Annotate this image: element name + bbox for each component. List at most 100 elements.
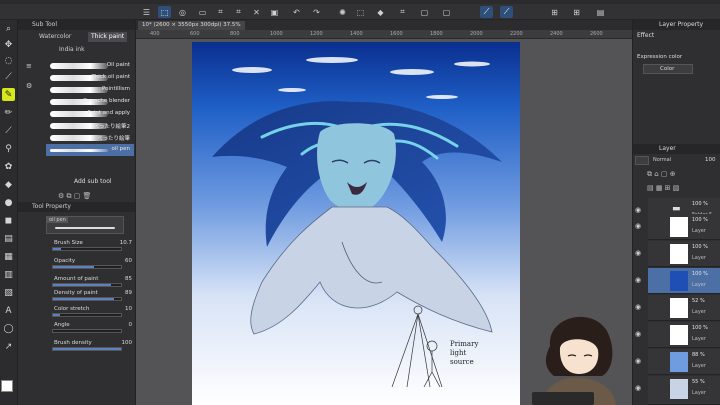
subtool-footer-icons: ⚙ ⧉ ▢ 🗑 [58, 192, 92, 200]
prop-density-of-paint[interactable]: Density of paint89⇕ [50, 290, 148, 304]
layer-row[interactable]: ◉ 100 % Layer [635, 322, 720, 348]
layer-opacity-value[interactable]: 100 [705, 157, 716, 163]
layer-row[interactable]: ◉ 52 % Layer [635, 295, 720, 321]
spinner-icon[interactable]: ✺ [336, 6, 349, 18]
move-icon[interactable]: ✥ [2, 38, 15, 51]
ruler-tick: 800 [230, 31, 240, 37]
lasso-icon[interactable]: ◌ [2, 54, 15, 67]
stroke-icon[interactable]: ⟋ [480, 6, 493, 18]
close-icon[interactable]: ✕ [250, 6, 263, 18]
tool-property-header: Tool Property [18, 202, 135, 212]
blend-mode-select[interactable] [635, 156, 649, 165]
correct-line-icon[interactable]: ↗ [2, 340, 15, 353]
list-icon[interactable]: ≡ [26, 62, 36, 72]
layer-toolbar-icons: ⧉ ⌂ ▢ ⊕ [647, 170, 676, 178]
brush-thick-oil-paint[interactable]: Thick oil paint [46, 72, 134, 84]
drawing-canvas[interactable]: Primary light source [192, 42, 520, 405]
brush-gouache-blender[interactable]: Gouache blender [46, 96, 134, 108]
add-subtool-button[interactable]: Add sub tool [74, 178, 112, 185]
command-bar: ☰ ⬚ ◎ ▭ ⌗ ⌗ ✕ ▣ ↶ ↷ ✺ ⬚ ◆ ⌗ ▢ ▢ ⟋ ⟋ ⊞ ⊞ … [0, 4, 720, 20]
subtool-header: Sub Tool [18, 20, 135, 30]
streamer-avatar [532, 306, 624, 405]
menu-icon[interactable]: ☰ [140, 6, 153, 18]
pen-icon[interactable]: ✎ [2, 88, 15, 101]
crop-icon[interactable]: ⌗ [232, 6, 245, 18]
brush-betattari-2[interactable]: べったり絵筆2 [46, 120, 134, 132]
text-icon[interactable]: A [2, 304, 15, 317]
brush-betattari[interactable]: べったり絵筆 [46, 132, 134, 144]
ruler-tick: 2400 [550, 31, 563, 37]
select-icon[interactable]: ⬚ [354, 6, 367, 18]
transform-icon[interactable]: ⬚ [158, 6, 171, 18]
decoration-icon[interactable]: ✿ [2, 160, 15, 173]
panel-icon[interactable]: ▤ [594, 6, 607, 18]
select-icon[interactable]: ▢ [418, 6, 431, 18]
figure-icon[interactable]: ▦ [2, 250, 15, 263]
eye-icon: ◉ [635, 303, 642, 311]
brush-paint-and-apply[interactable]: Paint and apply [46, 108, 134, 120]
folder-icon: ▬ [672, 204, 681, 214]
camera-icon[interactable]: ◎ [176, 6, 189, 18]
layer-toolbar-icons-2: ▤ ▦ ⊞ ▧ [647, 184, 680, 192]
redo-icon[interactable]: ↷ [310, 6, 323, 18]
ruler-icon[interactable]: ▧ [2, 286, 15, 299]
prop-angle[interactable]: Angle0⇕ [50, 322, 148, 336]
eye-icon: ◉ [635, 384, 642, 392]
layer-row[interactable]: ◉ 100 % Layer [635, 241, 720, 267]
expression-color-select[interactable]: Color [643, 64, 693, 74]
blend-icon[interactable]: ● [2, 196, 15, 209]
layer-row[interactable]: ◉ 55 % Layer [635, 376, 720, 405]
layer-panel-header: Layer [633, 144, 720, 154]
brush-pointillism[interactable]: Pointillism [46, 84, 134, 96]
eye-icon: ◉ [635, 276, 642, 284]
prop-brush-density[interactable]: Brush density100⇕ [50, 340, 148, 354]
sketch-annotation: Primary light source [450, 340, 479, 366]
ruler-tick: 600 [190, 31, 200, 37]
prop-brush-size[interactable]: Brush Size10.7⇕ [50, 240, 148, 254]
crop-icon[interactable]: ⌗ [214, 6, 227, 18]
crop-icon[interactable]: ⌗ [396, 6, 409, 18]
tab-india-ink[interactable]: India ink [56, 45, 88, 55]
screen-icon[interactable]: ▭ [196, 6, 209, 18]
balloon-icon[interactable]: ◯ [2, 322, 15, 335]
preset-name: oil pen [47, 217, 68, 223]
zoom-icon[interactable]: ⌕ [2, 22, 15, 35]
eraser-icon[interactable]: ◆ [2, 178, 15, 191]
tab-watercolor[interactable]: Watercolor [36, 32, 74, 42]
eyedropper-icon[interactable]: ⟋ [2, 70, 15, 83]
tab-thick-paint[interactable]: Thick paint [88, 32, 128, 42]
grid-icon[interactable]: ⊞ [548, 6, 561, 18]
grid-icon[interactable]: ⊞ [570, 6, 583, 18]
layer-row[interactable]: ◉ 100 % Layer [635, 214, 720, 240]
layer-row[interactable]: ◉ 88 % Layer [635, 349, 720, 375]
prop-opacity[interactable]: Opacity60⇕ [50, 258, 148, 272]
save-icon[interactable]: ▣ [268, 6, 281, 18]
stroke-icon[interactable]: ⟋ [500, 6, 513, 18]
canvas-tab[interactable]: 10* (2600 × 3550px 300dpi) 37.5% [138, 21, 245, 30]
ruler-tick: 1800 [430, 31, 443, 37]
gradient-icon[interactable]: ▤ [2, 232, 15, 245]
ruler-tick: 2200 [510, 31, 523, 37]
blend-mode-value: Normal [653, 157, 672, 163]
airbrush-icon[interactable]: ⚲ [2, 142, 15, 155]
ruler: 400 600 800 1000 1200 1400 1600 1800 2000 2200 240… [136, 30, 632, 39]
settings-icon[interactable]: ⚙ [26, 82, 36, 92]
pencil-icon[interactable]: ✏ [2, 106, 15, 119]
select-icon[interactable]: ▢ [440, 6, 453, 18]
prop-amount-of-paint[interactable]: Amount of paint85⇕ [50, 276, 148, 290]
brush-icon[interactable]: ⟋ [2, 124, 15, 137]
main-color-swatch[interactable] [1, 380, 13, 392]
frame-icon[interactable]: ▥ [2, 268, 15, 281]
prop-color-stretch[interactable]: Color stretch10⇕ [50, 306, 148, 320]
layer-row-selected[interactable]: ◉ 100 % Layer [635, 268, 720, 294]
ruler-tick: 2000 [470, 31, 483, 37]
brush-oil-paint[interactable]: Oil paint [46, 60, 134, 72]
brush-oil-pen[interactable]: oil pen [46, 144, 134, 156]
undo-icon[interactable]: ↶ [290, 6, 303, 18]
ruler-tick: 1200 [310, 31, 323, 37]
ruler-tick: 1400 [350, 31, 363, 37]
fill-icon[interactable]: ◼ [2, 214, 15, 227]
canvas-tab-bar: 10* (2600 × 3550px 300dpi) 37.5% [136, 20, 632, 30]
fill-icon[interactable]: ◆ [374, 6, 387, 18]
ruler-tick: 1000 [270, 31, 283, 37]
